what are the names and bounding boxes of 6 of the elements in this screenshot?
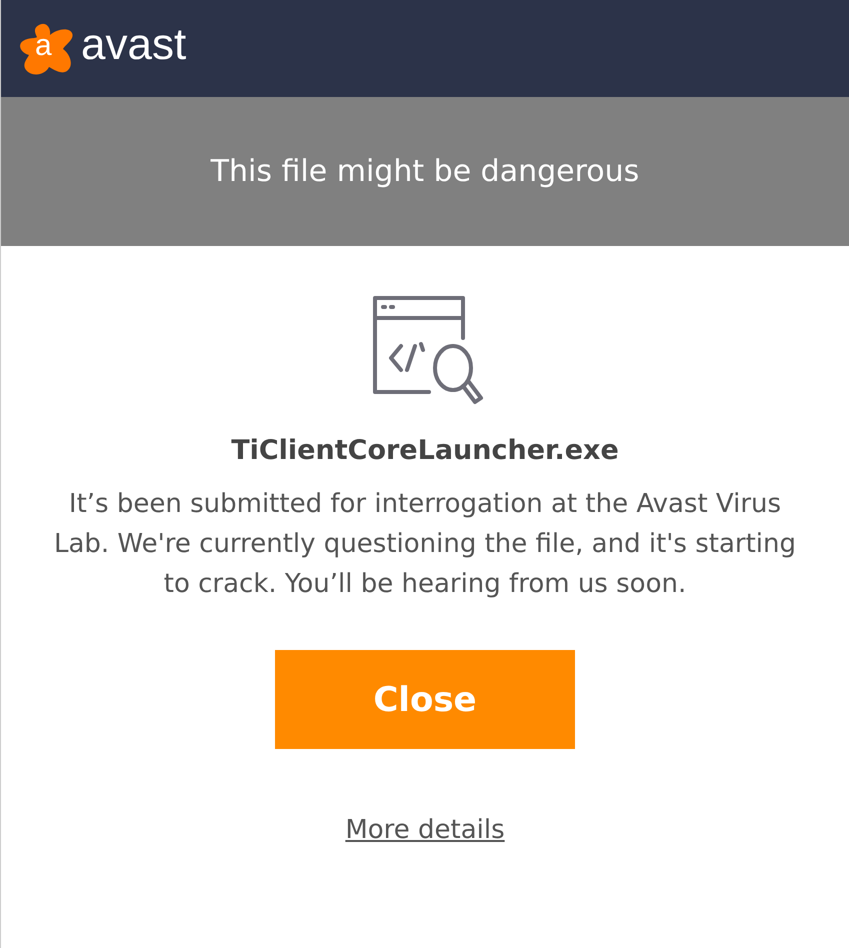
banner-title: This file might be dangerous: [210, 154, 640, 189]
file-name: TiClientCoreLauncher.exe: [231, 435, 619, 466]
message-text: It’s been submitted for interrogation at the Avast Virus Lab. We're currently questioning the file, and it's starting to crack. You’ll be hearing from us soon.: [52, 488, 797, 601]
logo-letter: a: [35, 30, 52, 60]
brand-name: avast: [81, 22, 186, 66]
more-details-link[interactable]: More details: [345, 815, 505, 845]
